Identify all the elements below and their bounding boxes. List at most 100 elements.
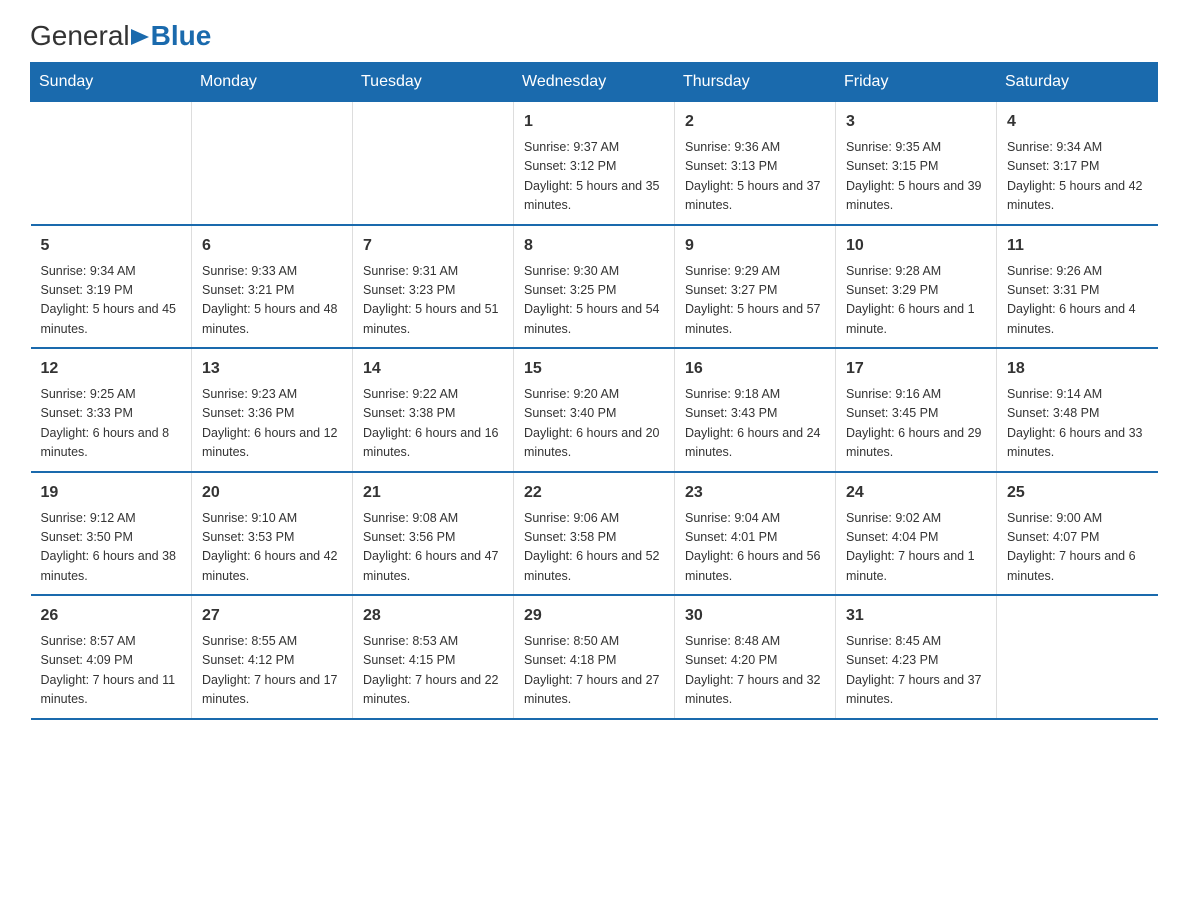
day-number: 31 [846,604,986,628]
day-info: Sunrise: 9:37 AMSunset: 3:12 PMDaylight:… [524,138,664,216]
calendar-cell: 18 Sunrise: 9:14 AMSunset: 3:48 PMDayligh… [997,348,1158,472]
calendar-cell: 14Sunrise: 9:22 AMSunset: 3:38 PMDayligh… [353,348,514,472]
logo-triangle-icon [131,25,149,47]
day-info: Sunrise: 8:50 AMSunset: 4:18 PMDaylight:… [524,632,664,710]
day-number: 20 [202,481,342,505]
calendar-cell: 26 Sunrise: 8:57 AMSunset: 4:09 PMDayligh… [31,595,192,719]
day-number: 2 [685,110,825,134]
calendar-week-4: 19 Sunrise: 9:12 AMSunset: 3:50 PMDayligh… [31,472,1158,596]
day-info: Sunrise: 9:08 AMSunset: 3:56 PMDaylight:… [363,509,503,587]
day-number: 1 [524,110,664,134]
day-info: Sunrise: 9:16 AMSunset: 3:45 PMDaylight:… [846,385,986,463]
calendar-cell: 7 Sunrise: 9:31 AMSunset: 3:23 PMDaylight… [353,225,514,349]
day-info: Sunrise: 9:28 AMSunset: 3:29 PMDaylight:… [846,262,986,340]
calendar-cell: 3Sunrise: 9:35 AMSunset: 3:15 PMDaylight… [836,102,997,225]
day-number: 15 [524,357,664,381]
calendar-cell: 11 Sunrise: 9:26 AMSunset: 3:31 PMDayligh… [997,225,1158,349]
calendar-cell: 27 Sunrise: 8:55 AMSunset: 4:12 PMDayligh… [192,595,353,719]
calendar-header-row: SundayMondayTuesdayWednesdayThursdayFrid… [31,63,1158,102]
day-info: Sunrise: 8:55 AMSunset: 4:12 PMDaylight:… [202,632,342,710]
day-number: 30 [685,604,825,628]
day-number: 23 [685,481,825,505]
day-info: Sunrise: 9:36 AMSunset: 3:13 PMDaylight:… [685,138,825,216]
day-info: Sunrise: 9:06 AMSunset: 3:58 PMDaylight:… [524,509,664,587]
calendar-header-saturday: Saturday [997,63,1158,102]
calendar-cell: 30 Sunrise: 8:48 AMSunset: 4:20 PMDayligh… [675,595,836,719]
calendar-cell [31,102,192,225]
logo: GeneralBlue Blue [30,20,211,52]
day-number: 22 [524,481,664,505]
day-info: Sunrise: 9:33 AMSunset: 3:21 PMDaylight:… [202,262,342,340]
day-number: 29 [524,604,664,628]
calendar-cell: 23 Sunrise: 9:04 AMSunset: 4:01 PMDayligh… [675,472,836,596]
calendar-header-sunday: Sunday [31,63,192,102]
calendar-cell: 8 Sunrise: 9:30 AMSunset: 3:25 PMDaylight… [514,225,675,349]
calendar-table: SundayMondayTuesdayWednesdayThursdayFrid… [30,62,1158,720]
day-number: 6 [202,234,342,258]
calendar-cell: 19 Sunrise: 9:12 AMSunset: 3:50 PMDayligh… [31,472,192,596]
calendar-cell: 22 Sunrise: 9:06 AMSunset: 3:58 PMDayligh… [514,472,675,596]
day-number: 13 [202,357,342,381]
calendar-cell: 2 Sunrise: 9:36 AMSunset: 3:13 PMDaylight… [675,102,836,225]
day-info: Sunrise: 8:45 AMSunset: 4:23 PMDaylight:… [846,632,986,710]
day-info: Sunrise: 9:34 AMSunset: 3:17 PMDaylight:… [1007,138,1148,216]
day-info: Sunrise: 9:04 AMSunset: 4:01 PMDaylight:… [685,509,825,587]
calendar-cell: 13 Sunrise: 9:23 AMSunset: 3:36 PMDayligh… [192,348,353,472]
calendar-cell: 9 Sunrise: 9:29 AMSunset: 3:27 PMDaylight… [675,225,836,349]
calendar-header-thursday: Thursday [675,63,836,102]
day-number: 10 [846,234,986,258]
day-info: Sunrise: 9:31 AMSunset: 3:23 PMDaylight:… [363,262,503,340]
day-number: 21 [363,481,503,505]
day-info: Sunrise: 8:57 AMSunset: 4:09 PMDaylight:… [41,632,182,710]
day-info: Sunrise: 9:29 AMSunset: 3:27 PMDaylight:… [685,262,825,340]
logo-blue-word: Blue [151,20,212,52]
day-number: 8 [524,234,664,258]
calendar-cell: 12 Sunrise: 9:25 AMSunset: 3:33 PMDayligh… [31,348,192,472]
day-number: 17 [846,357,986,381]
calendar-cell: 5 Sunrise: 9:34 AMSunset: 3:19 PMDaylight… [31,225,192,349]
calendar-cell [353,102,514,225]
day-info: Sunrise: 9:25 AMSunset: 3:33 PMDaylight:… [41,385,182,463]
calendar-cell [997,595,1158,719]
day-info: Sunrise: 9:30 AMSunset: 3:25 PMDaylight:… [524,262,664,340]
logo-general-text: General [30,20,130,52]
day-info: Sunrise: 9:18 AMSunset: 3:43 PMDaylight:… [685,385,825,463]
day-info: Sunrise: 9:14 AMSunset: 3:48 PMDaylight:… [1007,385,1148,463]
day-number: 27 [202,604,342,628]
day-number: 19 [41,481,182,505]
day-info: Sunrise: 9:26 AMSunset: 3:31 PMDaylight:… [1007,262,1148,340]
day-info: Sunrise: 9:22 AMSunset: 3:38 PMDaylight:… [363,385,503,463]
day-number: 28 [363,604,503,628]
day-info: Sunrise: 8:48 AMSunset: 4:20 PMDaylight:… [685,632,825,710]
day-info: Sunrise: 9:12 AMSunset: 3:50 PMDaylight:… [41,509,182,587]
calendar-cell: 28 Sunrise: 8:53 AMSunset: 4:15 PMDayligh… [353,595,514,719]
calendar-cell: 25Sunrise: 9:00 AMSunset: 4:07 PMDayligh… [997,472,1158,596]
day-info: Sunrise: 9:23 AMSunset: 3:36 PMDaylight:… [202,385,342,463]
calendar-cell: 4Sunrise: 9:34 AMSunset: 3:17 PMDaylight… [997,102,1158,225]
day-info: Sunrise: 9:10 AMSunset: 3:53 PMDaylight:… [202,509,342,587]
calendar-cell [192,102,353,225]
calendar-week-1: 1 Sunrise: 9:37 AMSunset: 3:12 PMDaylight… [31,102,1158,225]
calendar-cell: 15 Sunrise: 9:20 AMSunset: 3:40 PMDayligh… [514,348,675,472]
calendar-cell: 20 Sunrise: 9:10 AMSunset: 3:53 PMDayligh… [192,472,353,596]
day-number: 11 [1007,234,1148,258]
calendar-week-5: 26 Sunrise: 8:57 AMSunset: 4:09 PMDayligh… [31,595,1158,719]
day-info: Sunrise: 9:00 AMSunset: 4:07 PMDaylight:… [1007,509,1148,587]
calendar-week-2: 5 Sunrise: 9:34 AMSunset: 3:19 PMDaylight… [31,225,1158,349]
calendar-cell: 6 Sunrise: 9:33 AMSunset: 3:21 PMDaylight… [192,225,353,349]
day-number: 12 [41,357,182,381]
calendar-cell: 24Sunrise: 9:02 AMSunset: 4:04 PMDayligh… [836,472,997,596]
day-number: 5 [41,234,182,258]
calendar-cell: 31 Sunrise: 8:45 AMSunset: 4:23 PMDayligh… [836,595,997,719]
day-info: Sunrise: 9:20 AMSunset: 3:40 PMDaylight:… [524,385,664,463]
day-number: 26 [41,604,182,628]
day-number: 9 [685,234,825,258]
day-info: Sunrise: 8:53 AMSunset: 4:15 PMDaylight:… [363,632,503,710]
day-number: 24 [846,481,986,505]
calendar-cell: 1 Sunrise: 9:37 AMSunset: 3:12 PMDaylight… [514,102,675,225]
calendar-cell: 17 Sunrise: 9:16 AMSunset: 3:45 PMDayligh… [836,348,997,472]
day-number: 7 [363,234,503,258]
day-info: Sunrise: 9:34 AMSunset: 3:19 PMDaylight:… [41,262,182,340]
day-number: 18 [1007,357,1148,381]
day-number: 16 [685,357,825,381]
